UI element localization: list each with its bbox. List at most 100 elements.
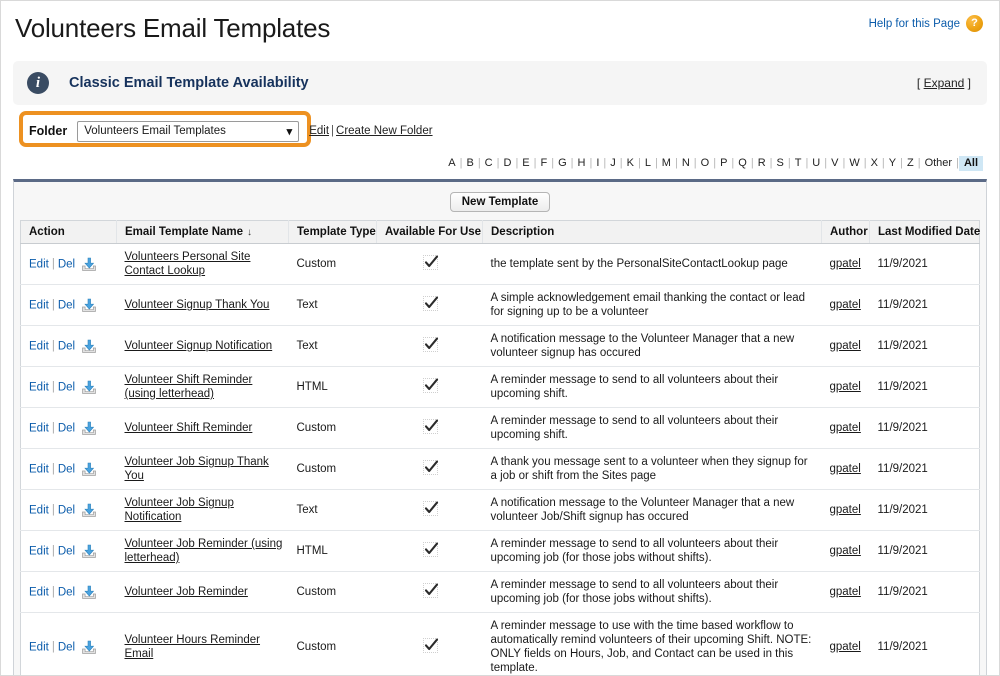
alpha-filter-d[interactable]: D (499, 156, 515, 171)
edit-link[interactable]: Edit (29, 545, 49, 557)
alpha-filter-o[interactable]: O (697, 156, 714, 171)
alpha-filter-b[interactable]: B (462, 156, 477, 171)
delete-link[interactable]: Del (58, 545, 75, 557)
author-link[interactable]: gpatel (830, 641, 861, 653)
download-icon[interactable] (81, 298, 97, 313)
download-icon[interactable] (81, 421, 97, 436)
delete-link[interactable]: Del (58, 463, 75, 475)
author-cell: gpatel (822, 613, 870, 676)
edit-link[interactable]: Edit (29, 381, 49, 393)
help-for-this-page[interactable]: Help for this Page ? (869, 15, 983, 32)
alpha-filter-all[interactable]: All (958, 155, 983, 171)
delete-link[interactable]: Del (58, 299, 75, 311)
edit-link[interactable]: Edit (29, 299, 49, 311)
edit-link[interactable]: Edit (29, 641, 49, 653)
alpha-filter-r[interactable]: R (754, 156, 770, 171)
alpha-filter-q[interactable]: Q (734, 156, 751, 171)
edit-link[interactable]: Edit (29, 504, 49, 516)
author-link[interactable]: gpatel (830, 381, 861, 393)
edit-link[interactable]: Edit (29, 586, 49, 598)
new-template-button[interactable]: New Template (449, 192, 551, 212)
column-header-description[interactable]: Description (482, 220, 822, 244)
template-name-link[interactable]: Volunteer Signup Thank You (125, 299, 270, 311)
description-cell: A simple acknowledgement email thanking … (482, 284, 822, 326)
author-link[interactable]: gpatel (830, 340, 861, 352)
alpha-filter-y[interactable]: Y (885, 156, 900, 171)
author-link[interactable]: gpatel (830, 422, 861, 434)
author-link[interactable]: gpatel (830, 504, 861, 516)
column-header-template-type[interactable]: Template Type (288, 220, 377, 244)
edit-link[interactable]: Edit (29, 463, 49, 475)
download-icon[interactable] (81, 585, 97, 600)
author-link[interactable]: gpatel (830, 258, 861, 270)
edit-link[interactable]: Edit (29, 258, 49, 270)
delete-link[interactable]: Del (58, 340, 75, 352)
delete-link[interactable]: Del (58, 258, 75, 270)
download-icon[interactable] (81, 257, 97, 272)
delete-link[interactable]: Del (58, 381, 75, 393)
alpha-filter-t[interactable]: T (791, 156, 806, 171)
alpha-filter-f[interactable]: F (537, 156, 552, 171)
author-link[interactable]: gpatel (830, 545, 861, 557)
template-name-link[interactable]: Volunteer Job Signup Thank You (125, 456, 269, 482)
expand-control[interactable]: [ Expand ] (917, 76, 971, 90)
download-icon[interactable] (81, 503, 97, 518)
author-cell: gpatel (821, 243, 870, 285)
alpha-filter-x[interactable]: X (867, 156, 882, 171)
action-separator: | (51, 463, 55, 476)
alpha-filter-u[interactable]: U (808, 156, 824, 171)
alpha-filter-p[interactable]: P (716, 156, 731, 171)
author-link[interactable]: gpatel (830, 586, 861, 598)
alpha-filter-s[interactable]: S (773, 156, 788, 171)
alpha-filter-j[interactable]: J (606, 156, 620, 171)
template-name-link[interactable]: Volunteer Job Signup Notification (125, 497, 234, 523)
alpha-filter-z[interactable]: Z (903, 156, 918, 171)
template-name-cell: Volunteer Job Reminder (116, 571, 289, 613)
alpha-filter-c[interactable]: C (481, 156, 497, 171)
alpha-filter-l[interactable]: L (641, 156, 655, 171)
template-name-link[interactable]: Volunteers Personal Site Contact Lookup (125, 251, 251, 277)
help-link[interactable]: Help for this Page (869, 18, 960, 30)
alpha-filter-other[interactable]: Other (921, 156, 957, 171)
alpha-filter-k[interactable]: K (623, 156, 638, 171)
delete-link[interactable]: Del (58, 586, 75, 598)
download-icon[interactable] (81, 339, 97, 354)
template-name-link[interactable]: Volunteer Job Reminder (using letterhead… (125, 538, 283, 564)
edit-link[interactable]: Edit (29, 340, 49, 352)
author-link[interactable]: gpatel (830, 299, 861, 311)
column-header-last-modified-date[interactable]: Last Modified Date (869, 220, 980, 244)
alpha-filter-g[interactable]: G (554, 156, 571, 171)
alpha-filter-m[interactable]: M (658, 156, 675, 171)
alpha-filter-i[interactable]: I (592, 156, 603, 171)
download-icon[interactable] (81, 544, 97, 559)
edit-link[interactable]: Edit (29, 422, 49, 434)
download-icon[interactable] (81, 640, 97, 655)
folder-select[interactable]: Volunteers Email Templates ▾ (77, 120, 300, 142)
alpha-filter-w[interactable]: W (845, 156, 863, 171)
column-header-action[interactable]: Action (20, 220, 117, 244)
alpha-filter-e[interactable]: E (518, 156, 533, 171)
alpha-filter-a[interactable]: A (444, 156, 459, 171)
template-name-link[interactable]: Volunteer Signup Notification (125, 340, 273, 352)
template-name-link[interactable]: Volunteer Shift Reminder (125, 422, 253, 434)
template-name-link[interactable]: Volunteer Job Reminder (125, 586, 248, 598)
delete-link[interactable]: Del (58, 504, 75, 516)
download-icon[interactable] (81, 380, 97, 395)
column-header-email-template-name[interactable]: Email Template Name ↓ (116, 220, 289, 244)
download-icon[interactable] (81, 462, 97, 477)
author-link[interactable]: gpatel (830, 463, 861, 475)
delete-link[interactable]: Del (58, 422, 75, 434)
column-header-available-for-use[interactable]: Available For Use (376, 220, 483, 244)
expand-link[interactable]: Expand (924, 76, 965, 90)
alpha-filter-n[interactable]: N (678, 156, 694, 171)
alpha-filter-v[interactable]: V (827, 156, 842, 171)
create-new-folder-link[interactable]: Create New Folder (336, 125, 433, 137)
column-header-author[interactable]: Author (821, 220, 870, 244)
edit-folder-link[interactable]: Edit (309, 125, 329, 137)
column-label-name: Email Template Name (125, 226, 244, 238)
question-mark-icon[interactable]: ? (966, 15, 983, 32)
alpha-filter-h[interactable]: H (574, 156, 590, 171)
template-name-link[interactable]: Volunteer Shift Reminder (using letterhe… (125, 374, 253, 400)
template-name-link[interactable]: Volunteer Hours Reminder Email (125, 634, 261, 660)
delete-link[interactable]: Del (58, 641, 75, 653)
